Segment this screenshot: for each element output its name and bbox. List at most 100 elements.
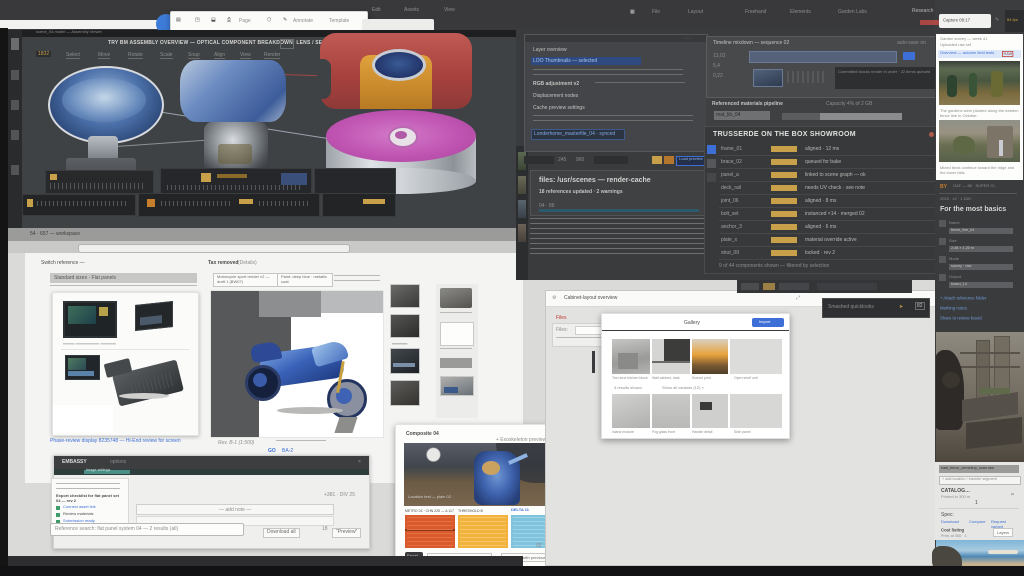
toolbar-open-icon[interactable]: ◳ [195,17,200,23]
component-row[interactable]: brace_02queued for bake [719,156,935,169]
raw-chip[interactable]: RAW [1002,51,1014,57]
field-input[interactable]: board_14 [949,282,1013,288]
corner-icon[interactable]: ⌗ [1011,492,1014,498]
field-input[interactable]: fence_line_04 [949,228,1013,234]
component-row[interactable]: joint_06aligned · 8 ms [719,195,935,208]
pen-icon[interactable]: ✎ [995,17,999,23]
timeline-bar[interactable] [45,170,154,194]
dialog-thumb[interactable] [612,339,650,374]
drag-handle[interactable] [592,351,595,373]
thumbnail[interactable] [440,358,472,368]
menu-item[interactable]: Edit [372,7,381,13]
left-panel-link[interactable]: Phase-review display 8235748 — Hi-End re… [50,438,196,444]
component-row[interactable]: anchor_3aligned · 6 ms [719,221,935,234]
dialog-thumb[interactable] [652,339,690,374]
yellow-tag[interactable] [652,156,662,164]
component-amber-chip[interactable] [771,146,797,152]
field-input[interactable]: survey · raw [949,264,1013,270]
viewer-headline-box[interactable] [280,39,294,49]
dialog-thumb[interactable] [612,394,650,428]
dialog-thumb[interactable] [652,394,690,428]
inspector-link[interactable]: + Attach reference folder [940,296,986,301]
metric-block-orange[interactable] [405,515,455,548]
materials-input[interactable]: mat_lib_04 [714,111,770,120]
rail-tool-button[interactable] [11,100,19,110]
download-all-button[interactable]: Download all [263,528,300,538]
field-input[interactable]: 2,48 × 1,20 m [949,246,1013,252]
dialog-thumb[interactable] [692,339,728,374]
center-chip-2[interactable]: Paint: deep blue · metallic coat [277,273,333,287]
component-amber-chip[interactable] [771,211,797,217]
table-close-dot[interactable] [929,132,934,137]
rail-icon[interactable] [707,145,716,154]
thumbnail[interactable] [440,322,474,346]
component-row[interactable]: frame_01aligned · 12 ms [719,143,935,156]
component-amber-chip[interactable] [771,250,797,256]
product-photo-console[interactable] [135,301,173,331]
menu-item[interactable]: Layout [688,9,703,15]
thumbnail[interactable] [390,348,420,374]
tool-chip[interactable]: Scale [160,52,173,59]
checklist-item[interactable]: Review materials [56,512,122,518]
ide-row[interactable]: RGB adjustment v2 [533,81,579,87]
industrial-photo[interactable] [936,332,1024,462]
thumbnail[interactable] [390,284,420,308]
toolbar-annotate-icon[interactable]: ✎ [283,17,287,23]
component-row[interactable]: bolt_setinstanced ×14 · merged 02 [719,208,935,221]
import-button[interactable]: Import [752,318,784,327]
form-note-input[interactable]: — add note — [136,504,334,515]
form-tab-label[interactable]: Image settings [86,468,110,473]
film-thumb[interactable] [518,200,526,218]
chip-245[interactable]: 245 [558,157,566,163]
component-amber-chip[interactable] [771,198,797,204]
browser-selected-row[interactable]: Overview — autumn field tests RAW [938,50,1021,58]
timeline-progress[interactable] [749,51,897,63]
tool-chip[interactable]: Snap [188,52,200,59]
rail-tool-button[interactable] [11,70,19,80]
metric-block-amber[interactable] [458,515,508,548]
spec-link[interactable]: Download [941,520,959,525]
chip-960[interactable]: 960 [576,157,584,163]
component-row[interactable]: strut_09locked · rev 2 [719,247,935,260]
menu-item[interactable]: Freehand [745,9,766,15]
toolbar-new-icon[interactable]: ▤ [176,17,181,23]
component-row[interactable]: plate_xmaterial override active [719,234,935,247]
ide-blue-link-chip[interactable]: Londerhome_masterfile_04 · synced [531,129,625,140]
object-red-ring[interactable] [320,33,472,109]
toolbar-label[interactable]: Template [329,18,349,24]
timeline-bar[interactable] [314,168,396,194]
dialog-link[interactable]: Show all variants (12) » [662,386,704,391]
search-input[interactable] [78,244,350,253]
component-amber-chip[interactable] [771,237,797,243]
component-row[interactable]: panel_alinked to scene graph — ok [719,169,935,182]
rail-tool-button[interactable] [11,130,19,140]
left-panel-header-bar[interactable]: Standard sizes · Flat panels [50,273,197,283]
menu-item[interactable]: Garden Labs [838,9,867,15]
timeline-go-button[interactable] [903,52,915,60]
layers-button[interactable]: Layers [993,528,1013,537]
object-gimbal[interactable] [204,122,268,174]
checklist-item[interactable]: Connect asset link [56,505,122,511]
capture-chip[interactable]: Capture 08:17 [939,14,991,28]
film-thumb[interactable] [518,224,526,242]
gear-icon[interactable]: ⚙ [552,295,556,301]
component-amber-chip[interactable] [771,159,797,165]
tool-chip[interactable]: Rotate [128,52,143,59]
ide-row[interactable]: Layer overview [533,47,567,53]
photo-card-image[interactable]: Location test — plain 02 [404,443,561,506]
toolbar-label[interactable]: Annotate [293,18,313,24]
browser-photo-2[interactable] [939,120,1020,162]
browser-photo-1[interactable] [939,61,1020,105]
expand-icon[interactable]: ⤢ [796,295,800,301]
menu-item[interactable]: Assets [404,7,419,13]
product-photo-tv[interactable] [63,301,117,338]
thumbnail[interactable] [440,376,474,396]
orange-tag[interactable] [664,156,674,164]
dialog-thumb[interactable] [692,394,728,428]
materials-progress[interactable] [782,113,902,120]
dialog-thumb[interactable] [730,339,782,374]
rail-icon[interactable] [707,159,716,168]
component-row[interactable]: deck_railneeds UV check · see note [719,182,935,195]
inspector-link[interactable]: Share to review board [940,316,982,321]
moto-badge-ba[interactable]: BA-2 [282,448,293,454]
